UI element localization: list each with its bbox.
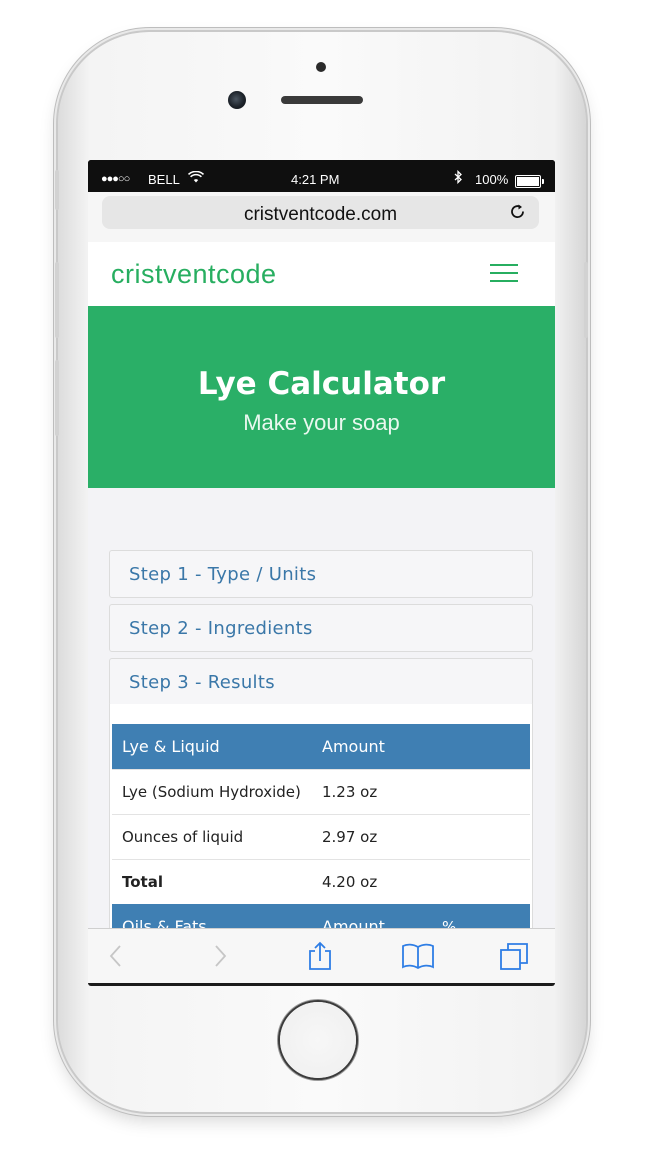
menu-icon[interactable]: [490, 264, 518, 284]
step-label: Step 3 - Results: [129, 672, 275, 693]
phone-screen: ●●●○○ BELL 4:21 PM 100% cristventcode.co…: [88, 160, 555, 986]
carrier-name: BELL: [148, 172, 180, 187]
hero-banner: Lye Calculator Make your soap: [88, 306, 555, 488]
column-header: Amount: [322, 724, 442, 770]
ingredient-amount: 1.23 oz: [322, 769, 442, 815]
signal-strength: ●●●○○: [101, 173, 130, 185]
browser-toolbar: [88, 928, 555, 983]
page-subtitle: Make your soap: [243, 410, 400, 435]
table-row: Lye (Sodium Hydroxide) 1.23 oz: [112, 769, 530, 815]
back-icon[interactable]: [108, 941, 124, 971]
battery-percent: 100%: [475, 172, 509, 187]
total-label: Total: [112, 859, 322, 904]
step-2-panel-header[interactable]: Step 2 - Ingredients: [109, 604, 533, 652]
step-label: Step 2 - Ingredients: [129, 618, 313, 639]
battery-icon: [515, 175, 544, 188]
ingredient-amount: 2.97 oz: [322, 814, 442, 860]
column-header: %: [442, 904, 530, 928]
power-button: [584, 262, 588, 338]
ingredient-name: Lye (Sodium Hydroxide): [112, 769, 322, 815]
page-title: Lye Calculator: [197, 366, 446, 402]
step-1-panel-header[interactable]: Step 1 - Type / Units: [109, 550, 533, 598]
share-icon[interactable]: [307, 941, 333, 971]
bluetooth-icon: [454, 169, 463, 187]
site-header: cristventcode: [88, 242, 555, 307]
results-panel: Lye & Liquid Amount Lye (Sodium Hydroxid…: [109, 704, 533, 928]
status-bar: ●●●○○ BELL 4:21 PM 100%: [88, 160, 555, 192]
tabs-icon[interactable]: [499, 941, 531, 971]
column-header: [442, 724, 530, 770]
clock: 4:21 PM: [291, 172, 340, 187]
wifi-icon: [187, 170, 205, 186]
table-header-row: Lye & Liquid Amount: [112, 724, 530, 770]
volume-up-button: [55, 262, 59, 338]
proximity-sensor: [316, 62, 326, 72]
bookmarks-icon[interactable]: [401, 941, 435, 971]
reload-icon[interactable]: [508, 202, 528, 222]
column-header: Oils & Fats: [112, 904, 322, 928]
front-camera: [228, 91, 246, 109]
step-3-panel-header[interactable]: Step 3 - Results: [109, 658, 533, 706]
total-amount: 4.20 oz: [322, 859, 442, 904]
table-row: Ounces of liquid 2.97 oz: [112, 814, 530, 860]
browser-address-bar: cristventcode.com: [88, 192, 555, 243]
url-text: cristventcode.com: [243, 204, 398, 225]
home-button[interactable]: [280, 1002, 356, 1078]
mute-switch: [55, 170, 59, 210]
step-label: Step 1 - Type / Units: [129, 564, 317, 585]
table-header-row: Oils & Fats Amount %: [112, 904, 530, 928]
url-field[interactable]: cristventcode.com: [102, 196, 539, 229]
volume-down-button: [55, 360, 59, 436]
column-header: Amount: [322, 904, 442, 928]
forward-icon[interactable]: [212, 941, 228, 971]
ingredient-name: Ounces of liquid: [112, 814, 322, 860]
results-table: Lye & Liquid Amount Lye (Sodium Hydroxid…: [112, 724, 530, 928]
earpiece-speaker: [281, 96, 363, 104]
web-page: cristventcode Lye Calculator Make your s…: [88, 242, 555, 928]
site-logo[interactable]: cristventcode: [111, 259, 277, 290]
table-row-total: Total 4.20 oz: [112, 859, 530, 904]
column-header: Lye & Liquid: [112, 724, 322, 770]
